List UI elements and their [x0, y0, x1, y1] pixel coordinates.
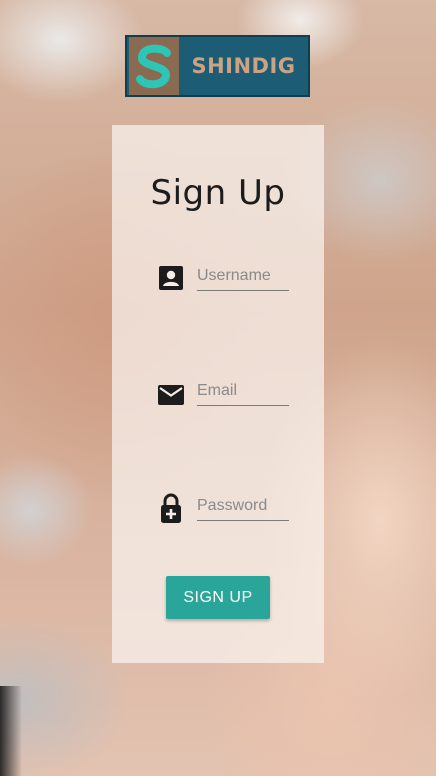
username-field	[157, 262, 292, 302]
brand-logo: SHINDIG	[125, 35, 310, 97]
password-input[interactable]	[197, 492, 289, 521]
envelope-icon	[157, 381, 185, 409]
email-input[interactable]	[197, 377, 289, 406]
signup-button[interactable]: SIGN UP	[166, 576, 270, 619]
logo-mark	[129, 37, 179, 95]
brand-name: SHINDIG	[191, 54, 296, 78]
account-box-icon	[157, 264, 185, 292]
username-input[interactable]	[197, 262, 289, 291]
logo-s-icon	[136, 44, 171, 89]
password-field	[157, 492, 292, 532]
email-field	[157, 377, 292, 417]
background-shadow	[0, 686, 22, 776]
lock-plus-icon	[157, 492, 185, 524]
page-title: Sign Up	[150, 173, 286, 213]
